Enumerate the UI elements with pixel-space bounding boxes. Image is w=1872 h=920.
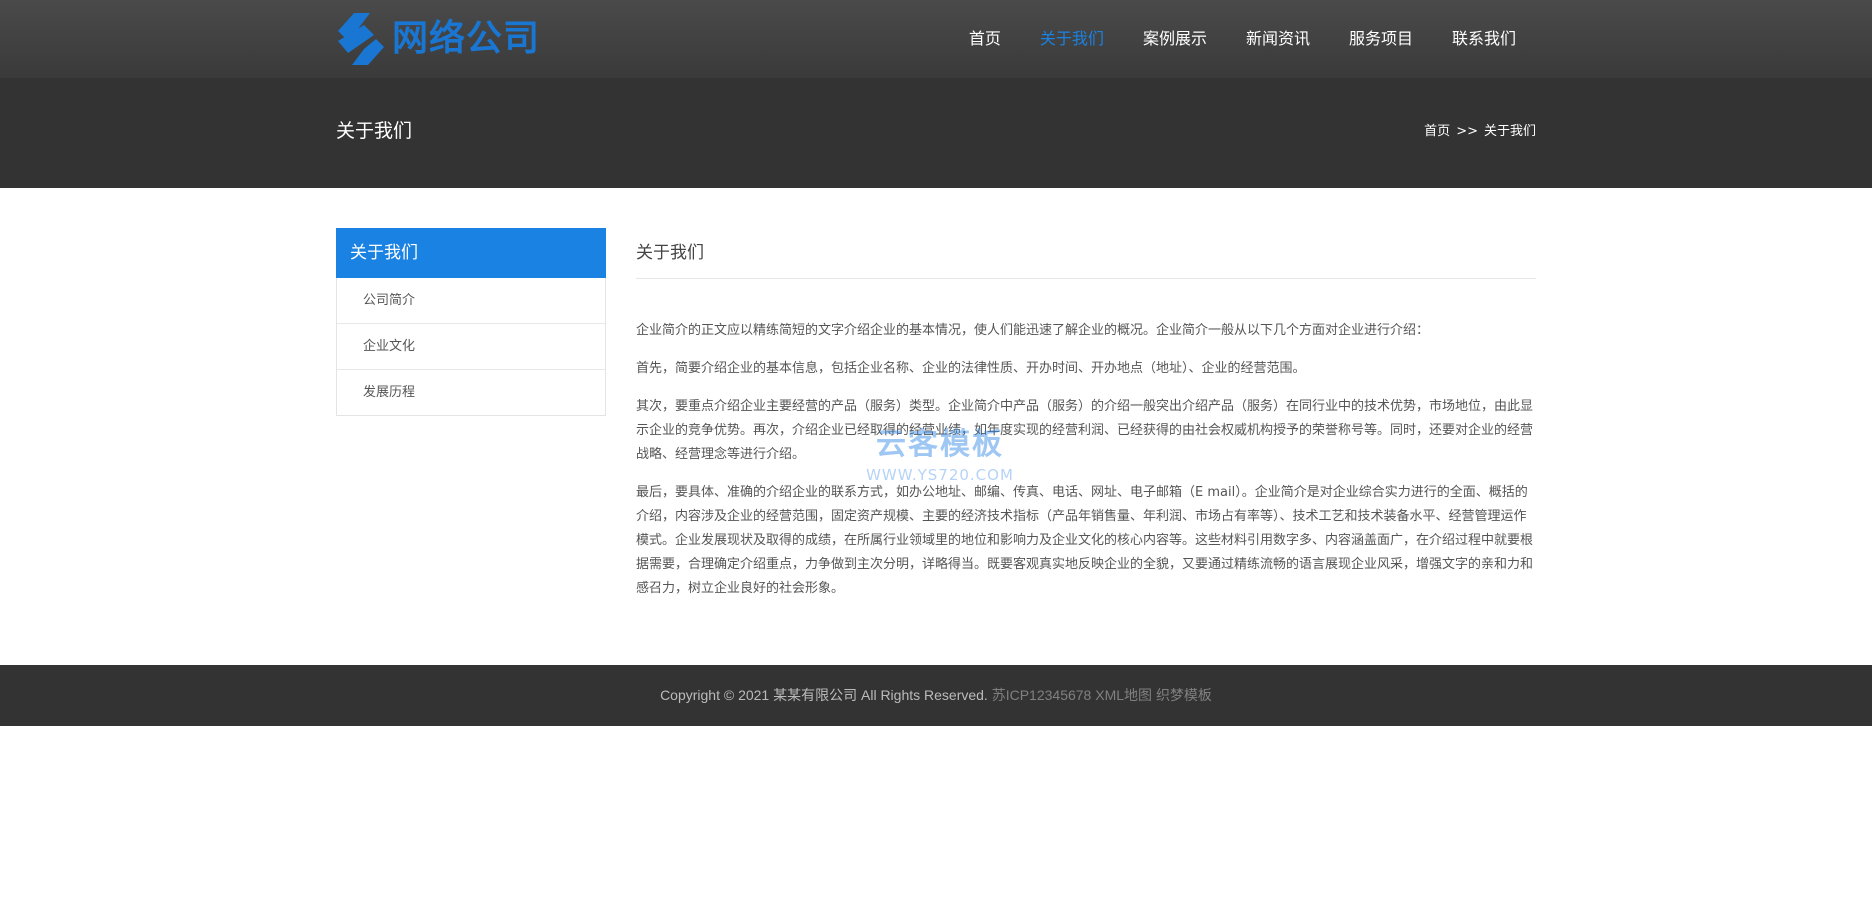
footer-xml-map-link[interactable]: XML地图 — [1095, 687, 1152, 703]
article-paragraph-3: 其次，要重点介绍企业主要经营的产品（服务）类型。企业简介中产品（服务）的介绍一般… — [636, 399, 1534, 462]
nav-item-news[interactable]: 新闻资讯 — [1246, 31, 1310, 47]
article-body: 企业简介的正文应以精练简短的文字介绍企业的基本情况，使人们能迅速了解企业的概况。… — [636, 279, 1536, 601]
nav-item-cases[interactable]: 案例展示 — [1143, 31, 1207, 47]
page-title: 关于我们 — [336, 120, 413, 142]
footer-copyright: Copyright © 2021 某某有限公司 All Rights Reser… — [660, 687, 988, 703]
sidebar-title: 关于我们 — [336, 228, 606, 278]
article-paragraph-2: 首先，简要介绍企业的基本信息，包括企业名称、企业的法律性质、开办时间、开办地点（… — [636, 361, 1306, 376]
nav-item-home[interactable]: 首页 — [969, 31, 1001, 47]
nav-item-contact[interactable]: 联系我们 — [1452, 31, 1516, 47]
footer-template-link[interactable]: 织梦模板 — [1156, 687, 1212, 703]
content-area: 关于我们 公司简介 企业文化 发展历程 关于我们 企业简介的正文应以精练简短的文… — [336, 228, 1536, 630]
site-footer: Copyright © 2021 某某有限公司 All Rights Reser… — [0, 665, 1872, 726]
article-paragraph-4: 最后，要具体、准确的介绍企业的联系方式，如办公地址、邮编、传真、电话、网址、电子… — [636, 485, 1534, 596]
page: 网络公司 首页 关于我们 案例展示 新闻资讯 服务项目 联系我们 关于我们 首页… — [0, 0, 1872, 920]
sidebar-list: 公司简介 企业文化 发展历程 — [336, 278, 606, 416]
header-inner: 网络公司 首页 关于我们 案例展示 新闻资讯 服务项目 联系我们 — [336, 0, 1536, 78]
breadcrumb: 首页 >> 关于我们 — [1424, 125, 1536, 138]
sidebar-item-corporate-culture[interactable]: 企业文化 — [337, 323, 605, 369]
main-nav: 首页 关于我们 案例展示 新闻资讯 服务项目 联系我们 — [969, 0, 1516, 78]
sidebar: 关于我们 公司简介 企业文化 发展历程 — [336, 228, 606, 416]
site-header: 网络公司 首页 关于我们 案例展示 新闻资讯 服务项目 联系我们 — [0, 0, 1872, 78]
logo-text: 网络公司 — [392, 18, 541, 59]
article-paragraph-1: 企业简介的正文应以精练简短的文字介绍企业的基本情况，使人们能迅速了解企业的概况。… — [636, 323, 1430, 338]
breadcrumb-home-link[interactable]: 首页 — [1424, 124, 1450, 139]
nav-item-about[interactable]: 关于我们 — [1040, 31, 1104, 47]
sidebar-item-history[interactable]: 发展历程 — [337, 369, 605, 415]
sidebar-item-company-profile[interactable]: 公司简介 — [337, 278, 605, 323]
section-title: 关于我们 — [636, 228, 1536, 279]
main-content: 关于我们 企业简介的正文应以精练简短的文字介绍企业的基本情况，使人们能迅速了解企… — [636, 228, 1536, 615]
logo-icon — [338, 13, 384, 65]
page-banner: 关于我们 首页 >> 关于我们 — [0, 78, 1872, 188]
breadcrumb-current-link[interactable]: 关于我们 — [1484, 124, 1536, 139]
banner-inner: 关于我们 首页 >> 关于我们 — [336, 78, 1536, 188]
site-logo[interactable]: 网络公司 — [336, 10, 540, 68]
footer-icp-link[interactable]: 苏ICP12345678 — [992, 687, 1092, 703]
breadcrumb-separator: >> — [1456, 124, 1478, 139]
nav-item-services[interactable]: 服务项目 — [1349, 31, 1413, 47]
